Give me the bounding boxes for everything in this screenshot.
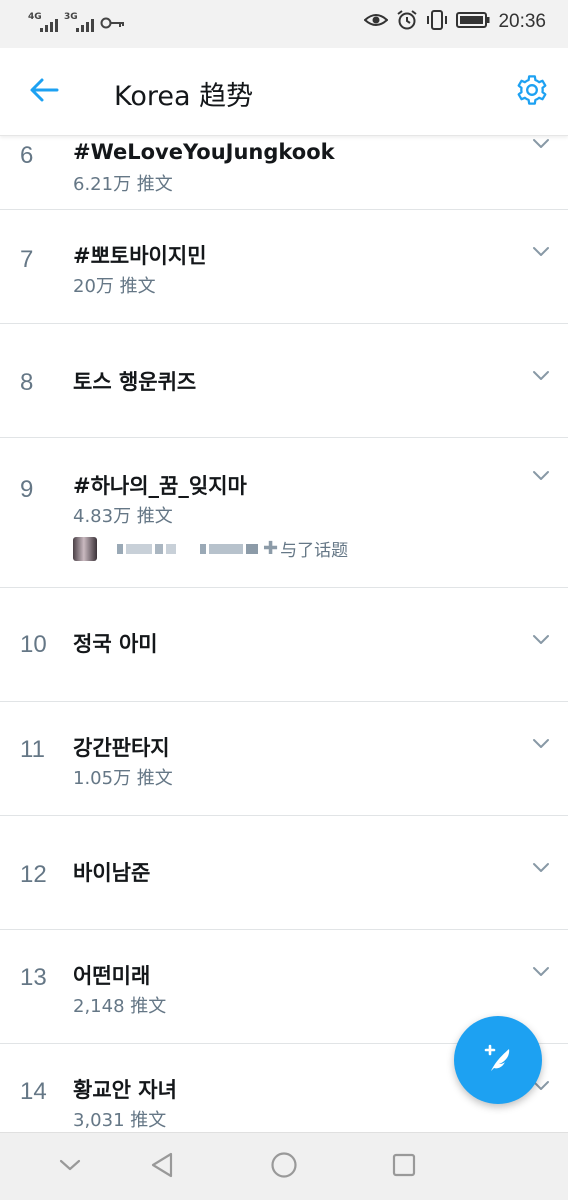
trend-rank: 6 (20, 142, 34, 169)
blurred-username: ✚ (117, 538, 278, 559)
page-title: Korea 趋势 (114, 81, 254, 112)
trend-row[interactable]: 8 토스 행운퀴즈 (0, 324, 568, 438)
trend-rank: 8 (20, 369, 34, 396)
gear-icon (515, 73, 549, 111)
chevron-down-icon[interactable] (530, 628, 552, 650)
trend-rank: 14 (20, 1078, 47, 1105)
trend-rank: 7 (20, 246, 34, 273)
trend-topic: #WeLoveYouJungkook (73, 140, 335, 164)
trend-rank: 13 (20, 964, 47, 991)
hide-keyboard-button[interactable] (52, 1149, 88, 1185)
clock: 20:36 (498, 11, 546, 32)
compose-tweet-icon (477, 1037, 519, 1083)
trend-count: 20万 推文 (73, 276, 156, 297)
trend-count: 4.83万 推文 (73, 506, 173, 527)
signal-icon: 3G (64, 12, 94, 34)
trend-topic: 정국 아미 (73, 632, 158, 656)
trend-topic: 황교안 자녀 (73, 1078, 177, 1102)
trend-count: 2,148 推文 (73, 996, 167, 1017)
signal-icon: 4G (28, 12, 58, 34)
trend-rank: 10 (20, 631, 47, 658)
trend-topic: #하나의_꿈_잊지마 (73, 474, 247, 498)
nav-back-button[interactable] (144, 1149, 180, 1185)
compose-tweet-button[interactable] (454, 1016, 542, 1104)
avatar (73, 536, 97, 561)
trend-row[interactable]: 11 강간판타지 1.05万 推文 (0, 702, 568, 816)
trend-rank: 9 (20, 476, 34, 503)
eye-icon (363, 9, 389, 35)
trend-count: 3,031 推文 (73, 1110, 167, 1131)
chevron-down-icon[interactable] (530, 136, 552, 154)
trend-topic: 바이남준 (73, 861, 151, 885)
recents-square-icon (391, 1152, 417, 1182)
chevron-down-icon[interactable] (530, 960, 552, 982)
nav-home-button[interactable] (266, 1149, 302, 1185)
trend-row[interactable]: 10 정국 아미 (0, 588, 568, 702)
trends-list[interactable]: 6 #WeLoveYouJungkook 6.21万 推文 7 #뽀토바이지민 … (0, 136, 568, 1132)
chevron-down-icon[interactable] (530, 240, 552, 262)
trend-rank: 11 (20, 736, 45, 763)
back-triangle-icon (149, 1151, 175, 1183)
back-button[interactable] (24, 72, 64, 112)
chevron-down-icon[interactable] (530, 856, 552, 878)
settings-button[interactable] (512, 72, 552, 112)
status-bar-left: 4G 3G (28, 12, 126, 34)
trend-row[interactable]: 6 #WeLoveYouJungkook 6.21万 推文 (0, 136, 568, 210)
chevron-down-icon[interactable] (530, 464, 552, 486)
system-nav-bar (0, 1132, 568, 1200)
vibrate-icon (426, 9, 448, 35)
chevron-down-icon[interactable] (530, 364, 552, 386)
trend-row[interactable]: 7 #뽀토바이지민 20万 推文 (0, 210, 568, 324)
trend-topic: 어떤미래 (73, 964, 151, 988)
nav-recents-button[interactable] (386, 1149, 422, 1185)
chevron-down-icon[interactable] (530, 732, 552, 754)
trend-row[interactable]: 12 바이남준 (0, 816, 568, 930)
trend-count: 6.21万 推文 (73, 174, 173, 195)
key-icon (100, 12, 126, 34)
battery-icon (456, 11, 490, 33)
home-circle-icon (270, 1151, 298, 1183)
trend-topic: 토스 행운퀴즈 (73, 370, 197, 394)
trend-topic: #뽀토바이지민 (73, 244, 207, 268)
trend-context-text: 与了话题 (280, 541, 349, 561)
app-header: Korea 趋势 (0, 48, 568, 136)
arrow-left-icon (29, 77, 59, 107)
alarm-icon (396, 9, 418, 35)
trend-row[interactable]: 9 #하나의_꿈_잊지마 4.83万 推文 ✚ 与了话题 (0, 438, 568, 588)
status-bar: 4G 3G 20:36 (0, 0, 568, 48)
trend-context: ✚ 与了话题 (73, 536, 348, 561)
trend-count: 1.05万 推文 (73, 768, 173, 789)
status-bar-right: 20:36 (363, 9, 546, 35)
trend-topic: 강간판타지 (73, 736, 170, 760)
trend-rank: 12 (20, 861, 47, 888)
chevron-down-icon (58, 1157, 82, 1177)
